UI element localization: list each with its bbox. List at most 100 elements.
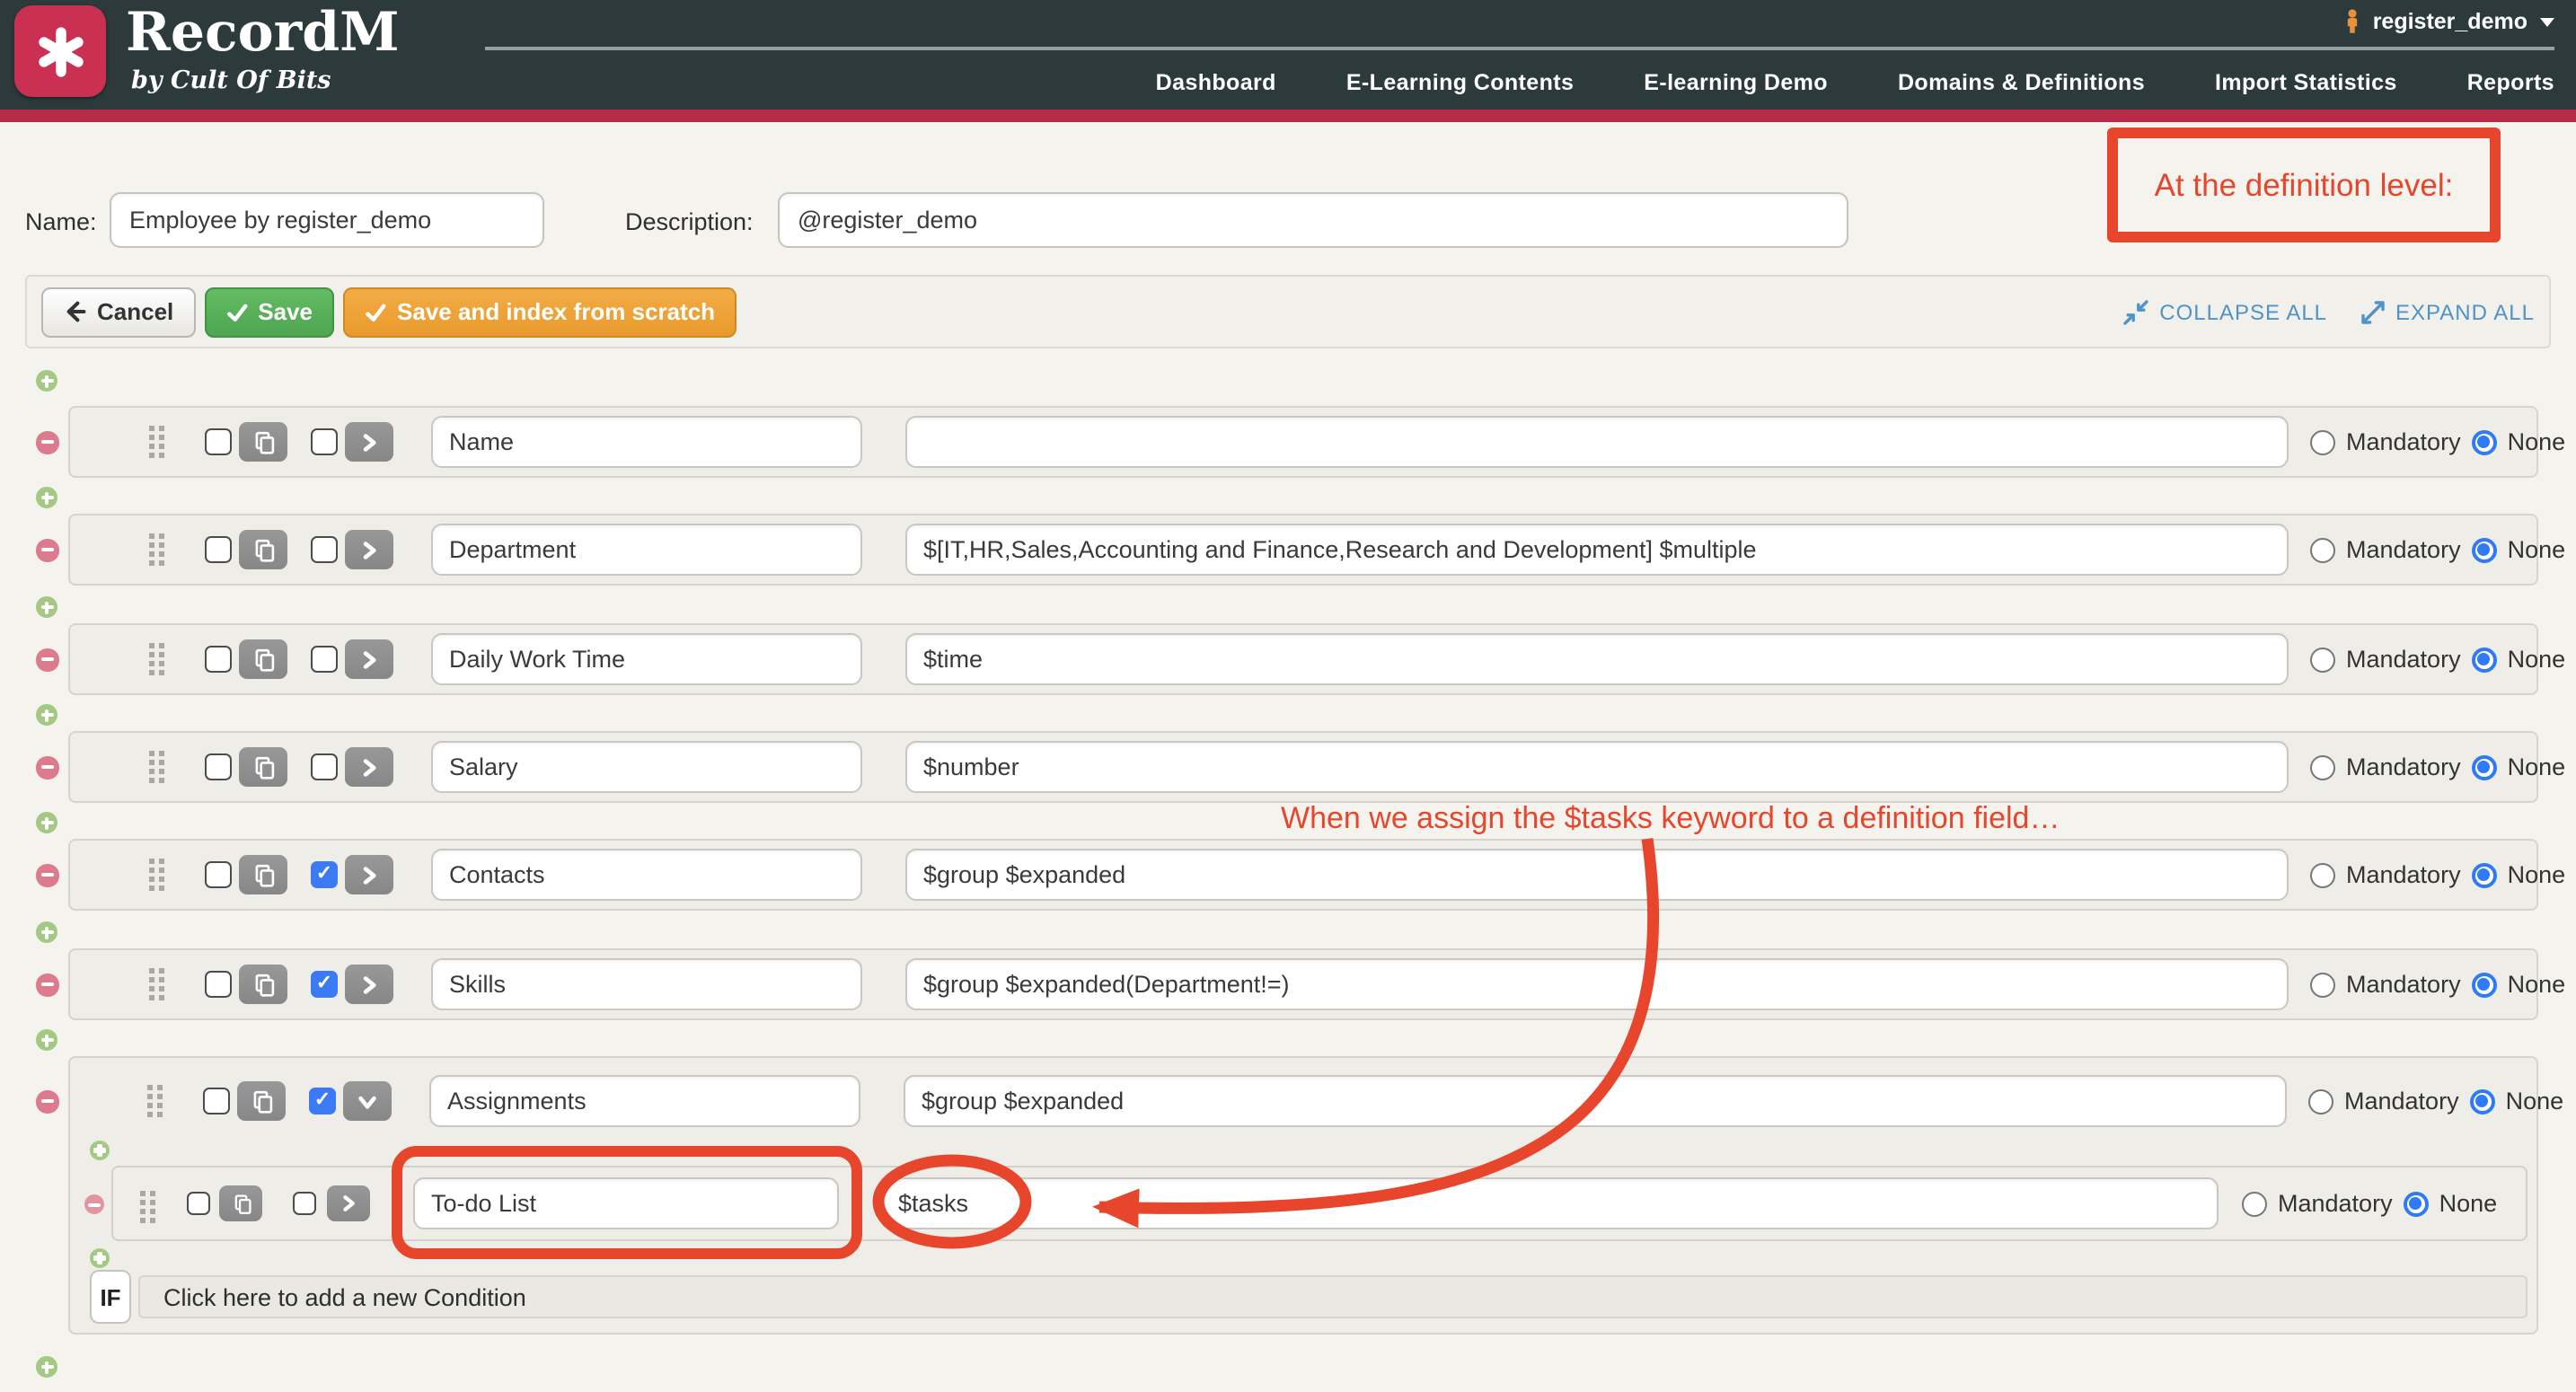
field-name-input[interactable] — [431, 633, 862, 685]
expand-field-button[interactable] — [345, 530, 393, 569]
duplicate-checkbox[interactable] — [187, 1192, 210, 1215]
radio-mandatory[interactable] — [2310, 862, 2335, 887]
keyword-checkbox[interactable] — [293, 1192, 316, 1215]
radio-none[interactable] — [2472, 429, 2497, 454]
drag-handle[interactable] — [140, 1191, 156, 1216]
radio-none[interactable] — [2472, 862, 2497, 887]
radio-none[interactable] — [2404, 1191, 2429, 1216]
field-name-input[interactable] — [431, 416, 862, 468]
subfield-description-input[interactable] — [880, 1177, 2219, 1229]
radio-mandatory[interactable] — [2242, 1191, 2267, 1216]
drag-handle[interactable] — [149, 751, 165, 783]
remove-field-button[interactable] — [36, 431, 58, 454]
duplicate-checkbox[interactable] — [205, 753, 232, 780]
radio-mandatory[interactable] — [2310, 972, 2335, 997]
radio-mandatory[interactable] — [2310, 647, 2335, 672]
save-button[interactable]: Save — [204, 286, 334, 337]
remove-subfield-button[interactable] — [84, 1194, 104, 1214]
drag-handle[interactable] — [149, 643, 165, 675]
add-field-button[interactable] — [36, 704, 57, 726]
definition-name-input[interactable] — [110, 192, 544, 248]
nav-reports[interactable]: Reports — [2467, 70, 2554, 95]
nav-import-statistics[interactable]: Import Statistics — [2215, 70, 2397, 95]
field-name-input[interactable] — [429, 1075, 860, 1127]
drag-handle[interactable] — [149, 533, 165, 566]
cancel-button[interactable]: Cancel — [41, 286, 195, 337]
recordm-logo[interactable] — [14, 5, 106, 97]
duplicate-button[interactable] — [239, 422, 287, 462]
remove-field-button[interactable] — [36, 1090, 58, 1113]
add-subfield-button[interactable] — [90, 1248, 110, 1268]
field-description-input[interactable] — [904, 1075, 2287, 1127]
expand-field-button[interactable] — [327, 1185, 370, 1221]
if-badge[interactable]: IF — [90, 1270, 131, 1324]
remove-field-button[interactable] — [36, 756, 58, 779]
drag-handle[interactable] — [149, 968, 165, 1000]
duplicate-checkbox[interactable] — [205, 428, 232, 455]
radio-none[interactable] — [2472, 754, 2497, 780]
radio-mandatory[interactable] — [2310, 754, 2335, 780]
duplicate-button[interactable] — [239, 965, 287, 1004]
expand-field-button[interactable] — [345, 855, 393, 894]
expand-field-button[interactable] — [345, 422, 393, 462]
remove-field-button[interactable] — [36, 864, 58, 886]
add-field-button[interactable] — [36, 1356, 57, 1378]
add-field-button[interactable] — [36, 487, 57, 508]
duplicate-checkbox[interactable] — [205, 646, 232, 673]
definition-description-input[interactable] — [778, 192, 1848, 248]
remove-field-button[interactable] — [36, 648, 58, 671]
add-field-button[interactable] — [36, 370, 57, 392]
duplicate-button[interactable] — [239, 639, 287, 679]
add-subfield-button[interactable] — [90, 1141, 110, 1160]
field-description-input[interactable] — [905, 849, 2289, 901]
radio-none[interactable] — [2472, 537, 2497, 562]
expand-field-button[interactable] — [345, 747, 393, 787]
add-field-button[interactable] — [36, 921, 57, 943]
radio-mandatory[interactable] — [2310, 429, 2335, 454]
duplicate-button[interactable] — [219, 1185, 262, 1221]
radio-none[interactable] — [2472, 647, 2497, 672]
keyword-checkbox[interactable] — [311, 536, 338, 563]
expand-field-button[interactable] — [345, 639, 393, 679]
radio-mandatory[interactable] — [2308, 1088, 2333, 1114]
field-name-input[interactable] — [431, 958, 862, 1010]
save-and-index-button[interactable]: Save and index from scratch — [343, 286, 737, 337]
field-description-input[interactable] — [905, 741, 2289, 793]
add-field-button[interactable] — [36, 596, 57, 618]
keyword-checkbox[interactable] — [311, 428, 338, 455]
duplicate-button[interactable] — [239, 747, 287, 787]
field-description-input[interactable] — [905, 416, 2289, 468]
keyword-checkbox[interactable] — [311, 753, 338, 780]
nav-elearning-demo[interactable]: E-learning Demo — [1644, 70, 1828, 95]
keyword-checkbox[interactable] — [311, 971, 338, 998]
user-menu[interactable]: register_demo — [2341, 9, 2554, 34]
keyword-checkbox[interactable] — [311, 646, 338, 673]
add-condition-row[interactable]: Click here to add a new Condition — [138, 1275, 2527, 1318]
keyword-checkbox[interactable] — [311, 861, 338, 888]
field-description-input[interactable] — [905, 958, 2289, 1010]
drag-handle[interactable] — [147, 1085, 163, 1117]
field-name-input[interactable] — [431, 741, 862, 793]
drag-handle[interactable] — [149, 426, 165, 458]
add-field-button[interactable] — [36, 1029, 57, 1051]
keyword-checkbox[interactable] — [309, 1088, 336, 1114]
field-name-input[interactable] — [431, 849, 862, 901]
duplicate-button[interactable] — [237, 1081, 286, 1121]
collapse-all-button[interactable]: COLLAPSE ALL — [2123, 299, 2327, 324]
duplicate-checkbox[interactable] — [205, 861, 232, 888]
drag-handle[interactable] — [149, 859, 165, 891]
remove-field-button[interactable] — [36, 974, 58, 996]
nav-domains-definitions[interactable]: Domains & Definitions — [1898, 70, 2145, 95]
radio-mandatory[interactable] — [2310, 537, 2335, 562]
duplicate-checkbox[interactable] — [205, 536, 232, 563]
remove-field-button[interactable] — [36, 539, 58, 561]
duplicate-checkbox[interactable] — [203, 1088, 230, 1114]
collapse-field-button[interactable] — [343, 1081, 392, 1121]
duplicate-button[interactable] — [239, 530, 287, 569]
radio-none[interactable] — [2472, 972, 2497, 997]
expand-all-button[interactable]: EXPAND ALL — [2360, 299, 2535, 324]
field-name-input[interactable] — [431, 524, 862, 576]
duplicate-button[interactable] — [239, 855, 287, 894]
nav-dashboard[interactable]: Dashboard — [1156, 70, 1276, 95]
field-description-input[interactable] — [905, 633, 2289, 685]
